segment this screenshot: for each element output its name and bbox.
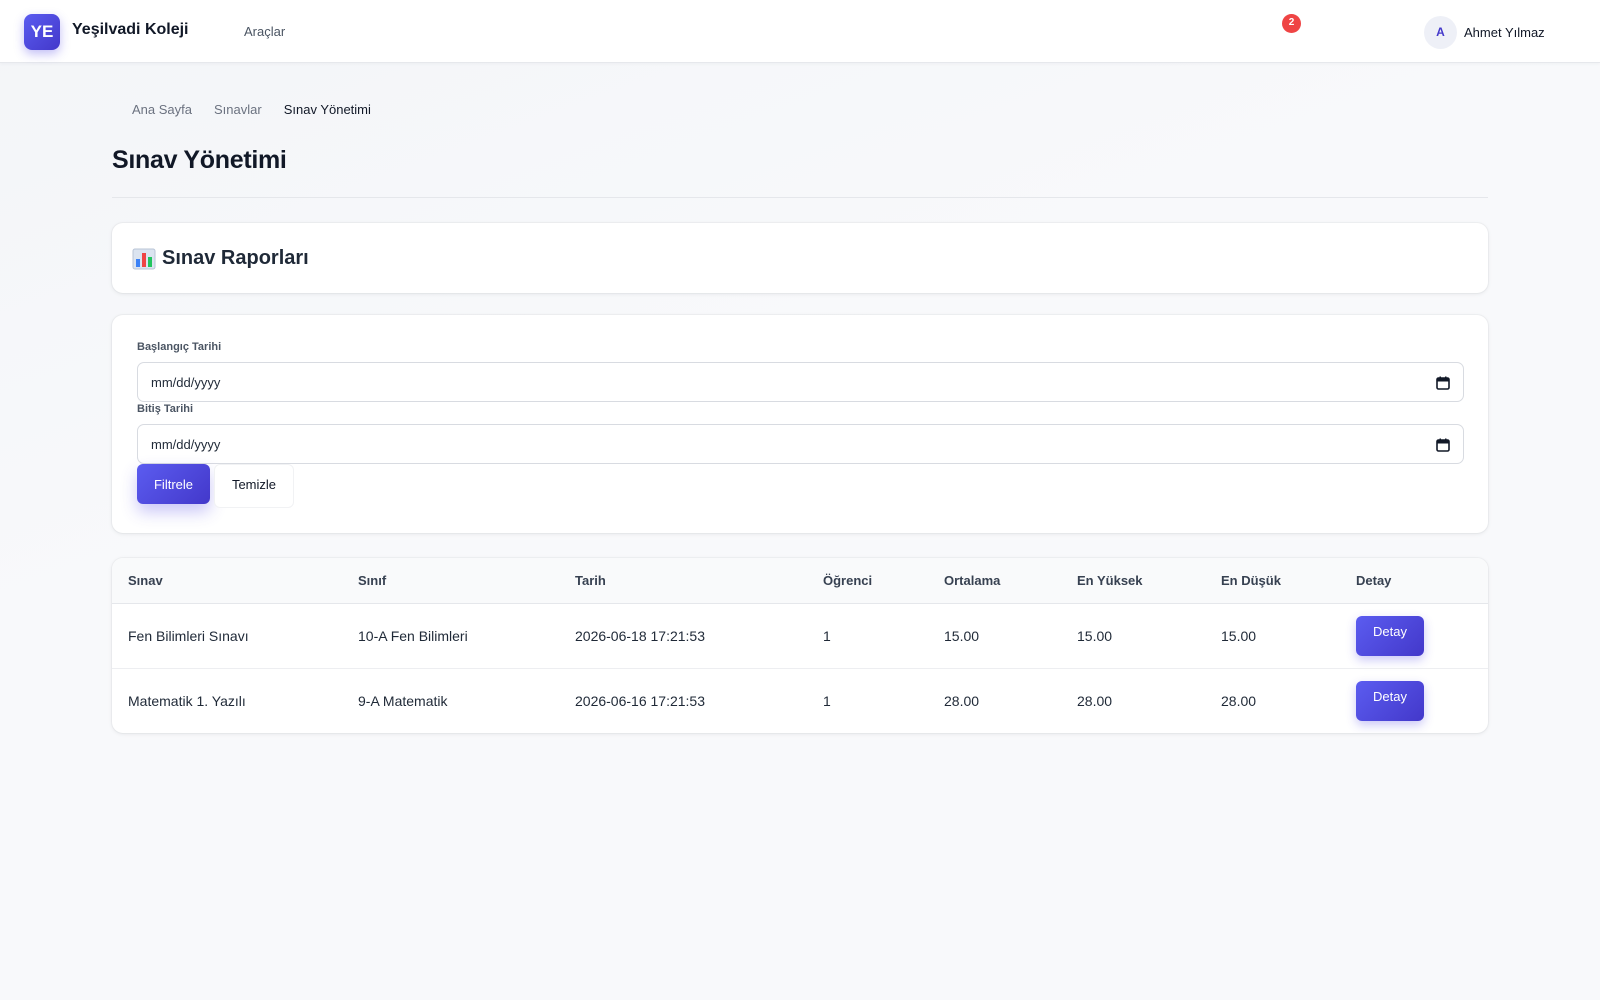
calendar-icon[interactable] — [1436, 376, 1450, 390]
cell-detail: Detay — [1340, 668, 1488, 733]
cell-exam: Fen Bilimleri Sınavı — [128, 627, 249, 644]
filter-button[interactable]: Filtrele — [137, 464, 210, 504]
clear-button[interactable]: Temizle — [214, 464, 294, 508]
cell-date: 2026-06-16 17:21:53 — [575, 692, 705, 709]
cell-exam: Matematik 1. Yazılı — [128, 692, 246, 709]
column-header: Ortalama — [928, 558, 1061, 604]
user-menu[interactable]: A Ahmet Yılmaz — [1424, 15, 1545, 49]
page-title: Sınav Yönetimi — [112, 146, 287, 174]
avatar: A — [1424, 15, 1457, 49]
cell-detail: Detay — [1340, 603, 1488, 668]
breadcrumb-exams[interactable]: Sınavlar — [214, 102, 262, 117]
breadcrumb-current: Sınav Yönetimi — [283, 102, 371, 117]
cell-students: 1 — [823, 627, 831, 644]
detail-button[interactable]: Detay — [1356, 615, 1424, 656]
table-row: Fen Bilimleri Sınavı 10-A Fen Bilimleri … — [112, 603, 1488, 668]
bar-chart-icon — [132, 248, 156, 269]
notification-badge: 2 — [1282, 14, 1301, 33]
end-date-input[interactable]: mm/dd/yyyy — [137, 424, 1464, 464]
start-date-value: mm/dd/yyyy — [151, 374, 221, 390]
filter-card: Başlangıç Tarihi mm/dd/yyyy Bitiş Tarihi… — [112, 315, 1488, 533]
exam-report-table-card: Sınav Sınıf Tarih Öğrenci Ortalama En Yü… — [112, 558, 1488, 733]
start-date-input[interactable]: mm/dd/yyyy — [137, 362, 1464, 402]
cell-class: 10-A Fen Bilimleri — [358, 627, 468, 644]
nav-link-tools[interactable]: Araçlar — [244, 24, 285, 39]
column-header: En Yüksek — [1061, 558, 1205, 604]
cell-average: 28.00 — [944, 692, 980, 709]
exam-report-table: Sınav Sınıf Tarih Öğrenci Ortalama En Yü… — [112, 558, 1488, 733]
cell-date: 2026-06-18 17:21:53 — [575, 627, 705, 644]
divider — [112, 197, 1488, 198]
breadcrumb: Ana Sayfa Sınavlar Sınav Yönetimi — [132, 102, 371, 117]
calendar-icon[interactable] — [1436, 438, 1450, 452]
table-row: Matematik 1. Yazılı 9-A Matematik 2026-0… — [112, 668, 1488, 733]
table-header-row: Sınav Sınıf Tarih Öğrenci Ortalama En Yü… — [112, 558, 1488, 604]
brand-logo[interactable]: YE — [24, 14, 60, 50]
column-header: Detay — [1340, 558, 1488, 604]
cell-average: 15.00 — [944, 627, 980, 644]
detail-button[interactable]: Detay — [1356, 680, 1424, 721]
cell-highest: 15.00 — [1077, 627, 1113, 644]
end-date-label: Bitiş Tarihi — [137, 403, 194, 415]
column-header: En Düşük — [1205, 558, 1340, 604]
cell-students: 1 — [823, 692, 831, 709]
breadcrumb-home[interactable]: Ana Sayfa — [132, 102, 192, 117]
reports-heading: Sınav Raporları — [132, 247, 309, 270]
cell-lowest: 28.00 — [1221, 692, 1257, 709]
end-date-value: mm/dd/yyyy — [151, 436, 221, 452]
column-header: Sınav — [112, 558, 342, 604]
cell-lowest: 15.00 — [1221, 627, 1257, 644]
brand-name[interactable]: Yeşilvadi Koleji — [72, 21, 189, 39]
column-header: Tarih — [559, 558, 807, 604]
top-navbar: YE Yeşilvadi Koleji Araçlar 2 A Ahmet Yı… — [0, 0, 1600, 63]
reports-title: Sınav Raporları — [162, 247, 309, 269]
user-name: Ahmet Yılmaz — [1464, 24, 1545, 40]
column-header: Öğrenci — [807, 558, 928, 604]
cell-highest: 28.00 — [1077, 692, 1113, 709]
column-header: Sınıf — [342, 558, 559, 604]
start-date-label: Başlangıç Tarihi — [137, 341, 222, 353]
cell-class: 9-A Matematik — [358, 692, 448, 709]
reports-card: Sınav Raporları — [112, 223, 1488, 293]
